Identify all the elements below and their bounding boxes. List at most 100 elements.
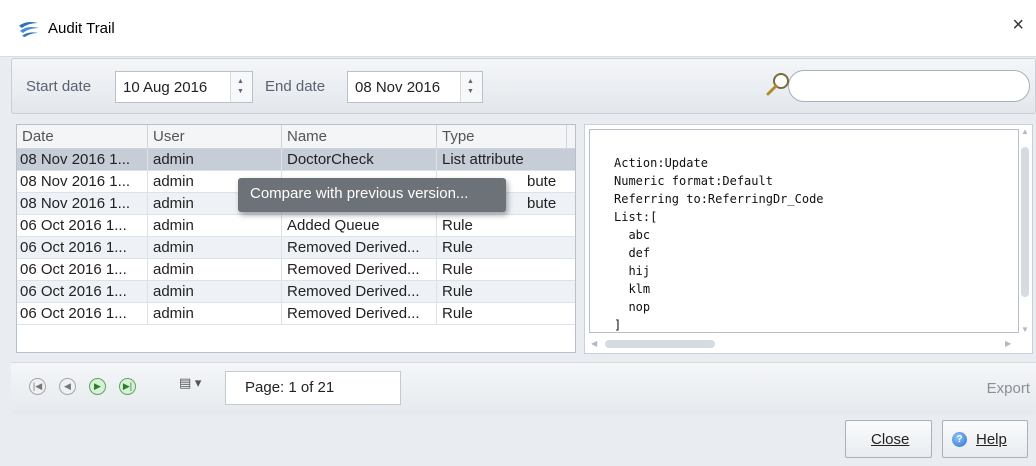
cell-user: admin [153, 151, 194, 168]
column-divider [147, 215, 148, 237]
column-header-type[interactable]: Type [442, 128, 475, 145]
audit-grid: Date User Name Type 08 Nov 2016 1... adm… [16, 124, 576, 353]
table-row[interactable]: 06 Oct 2016 1... admin Removed Derived..… [17, 237, 575, 259]
scroll-thumb[interactable] [605, 340, 715, 348]
scroll-up-icon[interactable]: ▲ [1021, 127, 1029, 136]
end-date-spin-buttons[interactable]: ▲ ▼ [460, 72, 482, 102]
cell-name: DoctorCheck [287, 151, 374, 168]
column-header-date[interactable]: Date [22, 128, 54, 145]
cell-user: admin [153, 195, 194, 212]
page-indicator: Page: 1 of 21 [225, 371, 401, 405]
detail-vertical-scrollbar[interactable]: ▲ ▼ [1020, 127, 1030, 334]
first-page-icon[interactable]: |◀ [29, 378, 46, 395]
table-row[interactable]: 06 Oct 2016 1... admin Removed Derived..… [17, 259, 575, 281]
start-date-spinner[interactable]: 10 Aug 2016 ▲ ▼ [115, 71, 253, 103]
cell-type: bute [527, 195, 557, 212]
start-date-label: Start date [26, 78, 92, 95]
end-date-value: 08 Nov 2016 [355, 79, 441, 96]
column-header-name[interactable]: Name [287, 128, 327, 145]
table-row[interactable]: 06 Oct 2016 1... admin Removed Derived..… [17, 303, 575, 325]
table-row[interactable]: 06 Oct 2016 1... admin Added Queue Rule [17, 215, 575, 237]
grid-header: Date User Name Type [17, 125, 575, 149]
column-divider [147, 237, 148, 259]
search-input[interactable] [788, 70, 1030, 102]
cell-type: Rule [442, 305, 473, 322]
column-divider[interactable] [436, 125, 437, 149]
spin-down-icon[interactable]: ▼ [467, 88, 474, 96]
close-icon[interactable]: × [1012, 15, 1024, 35]
spin-up-icon[interactable]: ▲ [467, 78, 474, 86]
last-page-icon[interactable]: ▶| [119, 378, 136, 395]
column-divider [436, 303, 437, 325]
table-row[interactable]: 06 Oct 2016 1... admin Removed Derived..… [17, 281, 575, 303]
cell-user: admin [153, 217, 194, 234]
cell-name: Removed Derived... [287, 283, 420, 300]
cell-date: 08 Nov 2016 1... [20, 151, 131, 168]
page-label: Page: 1 of 21 [245, 379, 335, 396]
help-button[interactable]: ? Help [942, 420, 1028, 458]
window-title: Audit Trail [48, 20, 115, 37]
column-divider [281, 149, 282, 171]
cell-name: Removed Derived... [287, 305, 420, 322]
cell-type: Rule [442, 239, 473, 256]
column-divider [147, 303, 148, 325]
column-divider [147, 259, 148, 281]
column-divider [281, 215, 282, 237]
table-row[interactable]: 08 Nov 2016 1... admin DoctorCheck List … [17, 149, 575, 171]
start-date-spin-buttons[interactable]: ▲ ▼ [230, 72, 252, 102]
search-icon[interactable] [765, 71, 791, 97]
cell-date: 06 Oct 2016 1... [20, 261, 127, 278]
column-divider [147, 281, 148, 303]
detail-horizontal-scrollbar[interactable]: ◀ ▶ [591, 339, 1016, 349]
scroll-right-icon[interactable]: ▶ [1005, 339, 1011, 348]
cell-type: Rule [442, 261, 473, 278]
cell-date: 08 Nov 2016 1... [20, 195, 131, 212]
scroll-left-icon[interactable]: ◀ [591, 339, 597, 348]
column-divider [147, 193, 148, 215]
previous-page-icon[interactable]: ◀ [59, 378, 76, 395]
column-divider [436, 149, 437, 171]
export-link[interactable]: Export [987, 380, 1030, 397]
column-divider [281, 237, 282, 259]
cell-user: admin [153, 173, 194, 190]
cell-date: 08 Nov 2016 1... [20, 173, 131, 190]
scroll-thumb[interactable] [1021, 147, 1029, 297]
column-divider [281, 303, 282, 325]
column-divider[interactable] [281, 125, 282, 149]
start-date-value: 10 Aug 2016 [123, 79, 208, 96]
cell-name: Removed Derived... [287, 261, 420, 278]
close-button-label: Close [871, 431, 910, 448]
cell-date: 06 Oct 2016 1... [20, 217, 127, 234]
column-divider [436, 237, 437, 259]
cell-date: 06 Oct 2016 1... [20, 305, 127, 322]
detail-panel: Action:Update Numeric format:Default Ref… [584, 124, 1033, 354]
detail-text-area[interactable]: Action:Update Numeric format:Default Ref… [589, 129, 1019, 333]
cell-user: admin [153, 261, 194, 278]
next-page-icon[interactable]: ▶ [89, 378, 106, 395]
cell-date: 06 Oct 2016 1... [20, 283, 127, 300]
column-divider [281, 281, 282, 303]
page-book-dropdown-icon[interactable]: ▤ ▾ [179, 375, 201, 391]
cell-name: Removed Derived... [287, 239, 420, 256]
spin-up-icon[interactable]: ▲ [237, 78, 244, 86]
detail-text: Action:Update Numeric format:Default Ref… [614, 156, 824, 332]
scroll-down-icon[interactable]: ▼ [1021, 325, 1029, 334]
compare-with-previous-version-item[interactable]: Compare with previous version... [250, 185, 468, 202]
column-divider[interactable] [566, 125, 567, 149]
compare-context-menu[interactable]: Compare with previous version... [238, 178, 506, 212]
cell-user: admin [153, 239, 194, 256]
column-header-user[interactable]: User [153, 128, 185, 145]
column-divider [281, 259, 282, 281]
end-date-label: End date [265, 78, 326, 95]
cell-name: Added Queue [287, 217, 380, 234]
cell-user: admin [153, 305, 194, 322]
column-divider [147, 149, 148, 171]
cell-date: 06 Oct 2016 1... [20, 239, 127, 256]
column-divider [436, 215, 437, 237]
column-divider [147, 171, 148, 193]
spin-down-icon[interactable]: ▼ [237, 88, 244, 96]
column-divider[interactable] [147, 125, 148, 149]
cell-type: bute [527, 173, 557, 190]
close-button[interactable]: Close [845, 420, 932, 458]
end-date-spinner[interactable]: 08 Nov 2016 ▲ ▼ [347, 71, 483, 103]
